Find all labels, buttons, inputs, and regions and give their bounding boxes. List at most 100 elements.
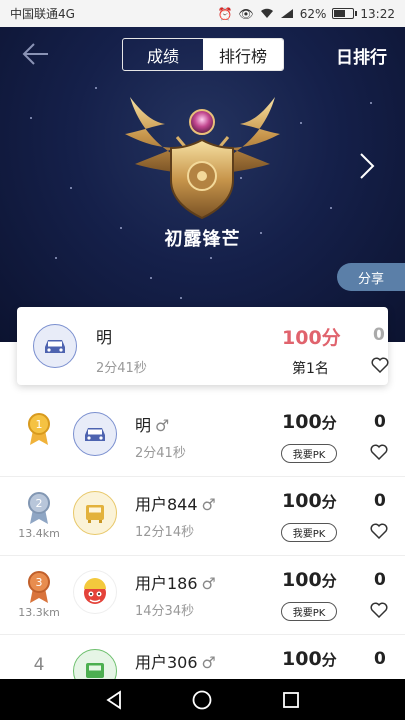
heart-icon[interactable] xyxy=(370,444,388,460)
ranking-row[interactable]: 1 明 ♂ 2分41秒 100分 我要PK 0 xyxy=(0,398,405,477)
home-circle-icon[interactable] xyxy=(191,689,213,711)
badge-title: 初露锋芒 xyxy=(164,229,241,250)
user-name: 用户306 ♂ xyxy=(135,649,216,673)
male-icon: ♂ xyxy=(155,416,170,435)
male-icon: ♂ xyxy=(201,653,216,672)
avatar xyxy=(73,491,117,535)
star-decoration xyxy=(210,257,212,259)
medal-rank-3: 3 xyxy=(36,576,43,589)
medal-rank-2: 2 xyxy=(36,497,43,510)
wifi-icon xyxy=(260,8,273,18)
battery-icon xyxy=(332,8,358,19)
alarm-icon: ⏰ xyxy=(217,6,233,21)
likes-count: 0 xyxy=(374,570,386,590)
score-value: 100 xyxy=(282,648,322,670)
likes-count: 0 xyxy=(374,491,386,511)
user-name-text: 明 xyxy=(135,416,152,435)
rank-number: 4 xyxy=(33,655,45,675)
signal-icon xyxy=(280,9,293,18)
pk-button[interactable]: 我要PK xyxy=(281,523,337,542)
user-name: 用户844 ♂ xyxy=(135,491,216,515)
star-decoration xyxy=(70,187,72,189)
ranking-row[interactable]: 3 13.3km 用户186 ♂ 14分34秒 100分 我要PK 0 xyxy=(0,556,405,635)
star-decoration xyxy=(55,257,57,259)
star-decoration xyxy=(180,297,182,299)
recents-square-icon[interactable] xyxy=(280,689,302,711)
score-unit: 分 xyxy=(321,493,337,511)
silver-medal-icon: 2 xyxy=(28,492,50,524)
battery-fill xyxy=(334,10,345,17)
male-icon: ♂ xyxy=(201,574,216,593)
heart-icon[interactable] xyxy=(370,602,388,618)
status-bar: 中国联通4G ⏰ 👁 62% 13:22 xyxy=(0,0,405,27)
eye-icon: 👁 xyxy=(238,6,254,21)
status-right: ⏰ 👁 62% 13:22 xyxy=(218,7,395,21)
medal-rank-1: 1 xyxy=(36,418,43,431)
heart-icon[interactable] xyxy=(371,357,389,373)
user-score: 100分 xyxy=(282,569,337,591)
user-name-text: 用户186 xyxy=(135,574,198,593)
score-value: 100 xyxy=(282,490,322,512)
likes-count: 0 xyxy=(374,412,386,432)
user-name-text: 用户306 xyxy=(135,653,198,672)
ranking-row[interactable]: 2 13.4km 用户844 ♂ 12分14秒 100分 我要PK 0 xyxy=(0,477,405,556)
clock: 13:22 xyxy=(360,6,395,21)
pk-button[interactable]: 我要PK xyxy=(281,444,337,463)
star-decoration xyxy=(150,277,152,279)
car-icon xyxy=(45,340,65,353)
my-rank-card: 明 2分41秒 100分 0 第1名 xyxy=(17,307,389,385)
user-name-text: 用户844 xyxy=(135,495,198,514)
user-time: 2分41秒 xyxy=(135,446,186,461)
avatar xyxy=(33,324,77,368)
carrier-label: 中国联通4G xyxy=(10,7,75,21)
score-value: 100 xyxy=(282,569,322,591)
my-time: 2分41秒 xyxy=(96,361,147,376)
segment-control: 成绩 排行榜 xyxy=(122,38,284,71)
star-decoration xyxy=(370,102,372,104)
star-decoration xyxy=(95,87,97,89)
tab-leaderboard[interactable]: 排行榜 xyxy=(203,39,283,70)
user-time: 12分14秒 xyxy=(135,525,195,540)
star-decoration xyxy=(330,207,332,209)
tab-score[interactable]: 成绩 xyxy=(123,39,203,70)
star-decoration xyxy=(300,122,302,124)
badge-hero: 成绩 排行榜 日排行 初露锋芒 分享 xyxy=(0,27,405,342)
male-icon: ♂ xyxy=(201,495,216,514)
user-name: 用户186 ♂ xyxy=(135,570,216,594)
score-unit: 分 xyxy=(321,651,337,669)
user-score: 100分 xyxy=(282,648,337,670)
back-arrow-icon[interactable] xyxy=(22,41,50,67)
star-decoration xyxy=(30,117,32,119)
daily-rank-button[interactable]: 日排行 xyxy=(336,43,387,68)
distance-label: 13.3km xyxy=(18,606,60,619)
winged-shield-badge-icon xyxy=(125,97,280,220)
user-time: 14分34秒 xyxy=(135,604,195,619)
battery-text: 62% xyxy=(299,6,327,21)
bronze-medal-icon: 3 xyxy=(28,571,50,603)
chevron-right-icon[interactable] xyxy=(359,152,375,180)
heart-icon[interactable] xyxy=(370,523,388,539)
system-nav-bar xyxy=(0,679,405,720)
score-unit: 分 xyxy=(321,414,337,432)
my-score: 100分 xyxy=(282,327,341,349)
car-icon xyxy=(86,505,104,523)
avatar xyxy=(73,412,117,456)
my-rank: 第1名 xyxy=(292,361,329,377)
score-unit: 分 xyxy=(321,572,337,590)
back-triangle-icon[interactable] xyxy=(103,689,125,711)
likes-count: 0 xyxy=(374,649,386,669)
avatar xyxy=(73,570,117,614)
cartoon-icon xyxy=(84,578,106,604)
user-name: 明 ♂ xyxy=(135,412,169,436)
user-score: 100分 xyxy=(282,490,337,512)
car-icon xyxy=(85,428,105,441)
share-button[interactable]: 分享 xyxy=(337,263,405,291)
my-likes-count: 0 xyxy=(373,325,385,345)
ranking-list: 1 明 ♂ 2分41秒 100分 我要PK 0 2 13.4km 用户844 ♂… xyxy=(0,398,405,714)
distance-label: 13.4km xyxy=(18,527,60,540)
score-value: 100 xyxy=(282,411,322,433)
user-score: 100分 xyxy=(282,411,337,433)
my-name: 明 xyxy=(96,328,113,347)
gold-medal-icon: 1 xyxy=(28,413,50,445)
pk-button[interactable]: 我要PK xyxy=(281,602,337,621)
